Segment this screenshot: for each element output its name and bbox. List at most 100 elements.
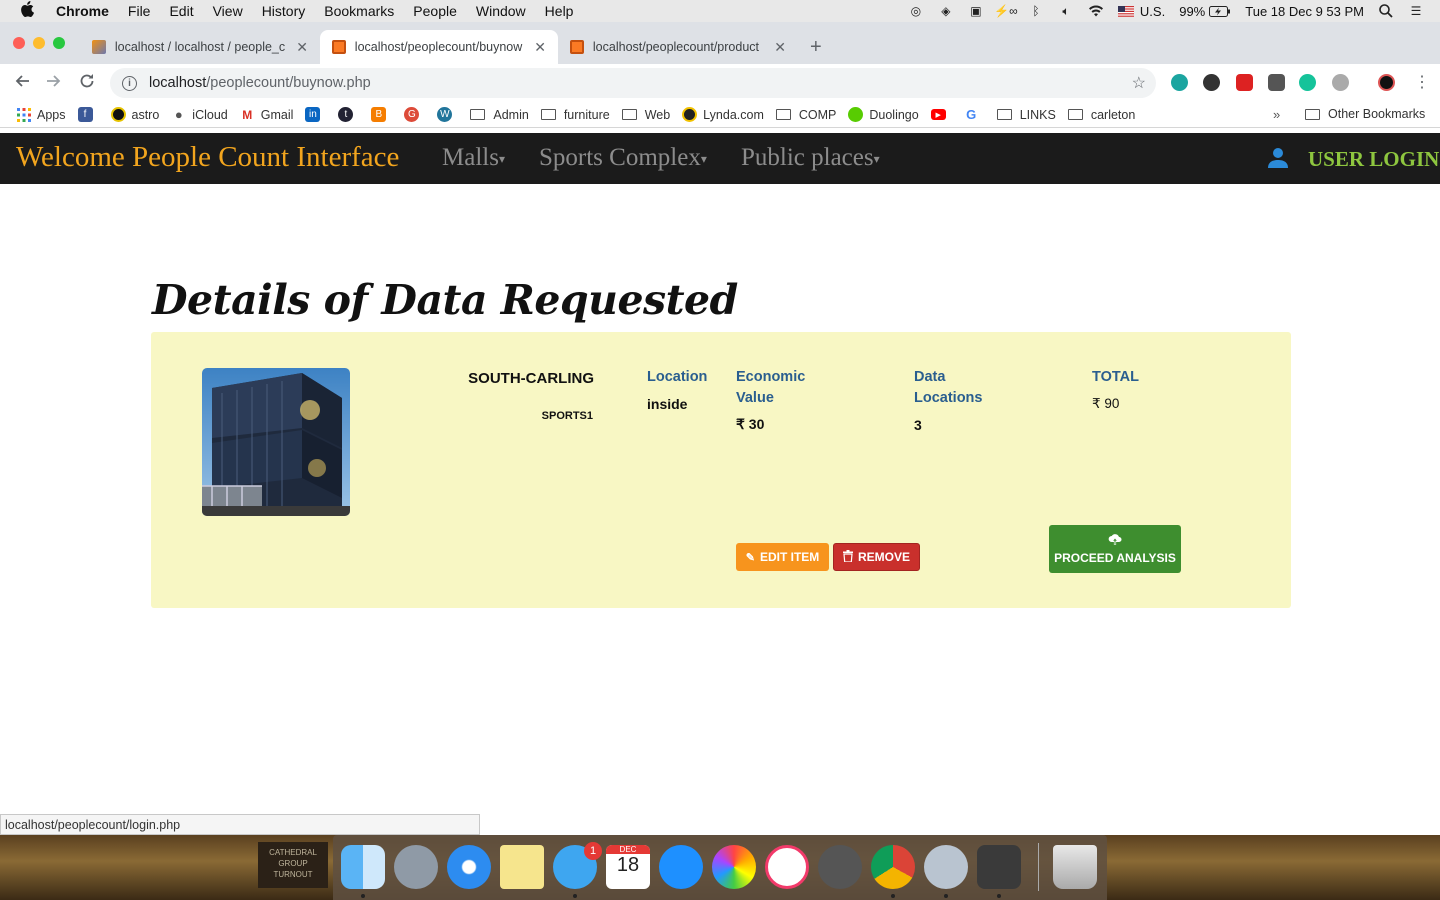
bookmark-web[interactable]: Web [621, 108, 670, 122]
menu-bookmarks[interactable]: Bookmarks [324, 3, 394, 19]
profile-avatar[interactable] [1378, 74, 1395, 91]
address-bar[interactable]: i localhost/peoplecount/buynow.php ☆ [110, 68, 1156, 98]
extension-quote-icon[interactable] [1203, 74, 1220, 91]
bookmark-blogger[interactable]: B [371, 107, 392, 122]
bookmark-star-icon[interactable]: ☆ [1132, 73, 1146, 93]
app-store-icon[interactable] [659, 845, 703, 889]
bookmark-google[interactable]: G [964, 107, 985, 122]
creative-cloud-icon[interactable]: ◎ [908, 4, 924, 18]
new-tab-plus-icon[interactable]: + [810, 36, 822, 59]
bookmark-lynda[interactable]: Lynda.com [682, 107, 764, 122]
menu-edit[interactable]: Edit [169, 3, 193, 19]
cloud-upload-icon [1108, 533, 1122, 548]
chrome-icon[interactable] [871, 845, 915, 889]
extension-m-icon[interactable] [1171, 74, 1188, 91]
battery-charging-icon[interactable] [1209, 4, 1231, 18]
reload-icon[interactable] [79, 73, 95, 94]
tab-product[interactable]: localhost/peoplecount/product ✕ [558, 30, 798, 64]
notes-icon[interactable] [500, 845, 544, 889]
nav-malls-dropdown[interactable]: Malls▾ [442, 144, 505, 172]
edit-item-button[interactable]: ✎ EDIT ITEM [736, 543, 829, 571]
bookmark-youtube[interactable]: ▶ [930, 109, 952, 120]
bookmark-comp[interactable]: COMP [775, 108, 836, 122]
notification-center-icon[interactable]: ☰ [1408, 4, 1424, 18]
itunes-icon[interactable] [765, 845, 809, 889]
launchpad-icon[interactable] [394, 845, 438, 889]
menu-file[interactable]: File [128, 3, 151, 19]
bookmark-duolingo[interactable]: Duolingo [848, 107, 919, 122]
sublime-text-icon[interactable] [977, 845, 1021, 889]
menu-app-name[interactable]: Chrome [56, 3, 109, 19]
proceed-analysis-button[interactable]: PROCEED ANALYSIS [1049, 525, 1181, 573]
bookmarks-overflow-icon[interactable]: » [1273, 107, 1280, 122]
menu-help[interactable]: Help [545, 3, 574, 19]
window-minimize-icon[interactable] [33, 37, 45, 49]
volume-icon[interactable]: 🔈︎ [1058, 4, 1074, 18]
tab-close-icon[interactable]: ✕ [774, 39, 786, 56]
bluetooth-icon[interactable]: ᛒ [1028, 4, 1044, 18]
site-brand[interactable]: Welcome People Count Interface [16, 141, 399, 174]
tab-phpmyadmin[interactable]: localhost / localhost / people_c ✕ [80, 30, 320, 64]
bookmark-wordpress[interactable]: W [437, 107, 458, 122]
menubar-clock[interactable]: Tue 18 Dec 9 53 PM [1245, 4, 1364, 19]
us-flag-icon[interactable] [1117, 4, 1134, 18]
bookmark-linkedin[interactable]: in [305, 107, 326, 122]
menu-history[interactable]: History [262, 3, 306, 19]
screen-share-icon[interactable]: ▣ [968, 4, 984, 18]
system-preferences-icon[interactable] [818, 845, 862, 889]
input-source-label[interactable]: U.S. [1140, 4, 1165, 19]
forward-arrow-icon[interactable] [46, 73, 62, 94]
nav-sports-complex-dropdown[interactable]: Sports Complex▾ [539, 144, 707, 172]
finder-icon[interactable] [341, 845, 385, 889]
menu-window[interactable]: Window [476, 3, 526, 19]
apple-bookmark-icon: ● [174, 107, 183, 122]
bookmark-links[interactable]: LINKS [996, 108, 1056, 122]
tab-close-icon[interactable]: ✕ [534, 39, 546, 56]
bookmark-googleplus[interactable]: G [404, 107, 425, 122]
bookmark-apps[interactable]: Apps [16, 107, 66, 122]
bookmark-gmail[interactable]: M Gmail [240, 107, 293, 122]
safari-icon[interactable] [447, 845, 491, 889]
extension-gray-icon[interactable] [1332, 74, 1349, 91]
settings-gear-icon[interactable] [924, 845, 968, 889]
bookmark-icloud[interactable]: ● iCloud [171, 107, 228, 122]
photos-icon[interactable] [712, 845, 756, 889]
nav-public-places-dropdown[interactable]: Public places▾ [741, 144, 880, 172]
bookmark-facebook[interactable]: f [77, 107, 99, 122]
layers-icon[interactable]: ◈ [938, 4, 954, 18]
chrome-menu-icon[interactable]: ⋮ [1414, 72, 1430, 92]
window-close-icon[interactable] [13, 37, 25, 49]
extension-t-icon[interactable] [1268, 74, 1285, 91]
menu-view[interactable]: View [213, 3, 243, 19]
bookmark-label: Apps [37, 107, 66, 122]
bookmark-admin[interactable]: Admin [470, 108, 529, 122]
user-login-link[interactable]: USER LOGIN [1308, 147, 1439, 172]
grammarly-extension-icon[interactable] [1299, 74, 1316, 91]
calendar-icon[interactable]: DEC 18 [606, 845, 650, 889]
back-arrow-icon[interactable] [14, 73, 30, 94]
bookmark-carleton[interactable]: carleton [1067, 108, 1135, 122]
sign-line: CATHEDRAL [269, 848, 317, 857]
bookmark-other[interactable]: Other Bookmarks [1305, 107, 1425, 121]
tab-buynow[interactable]: localhost/peoplecount/buynow ✕ [320, 30, 558, 64]
calendar-month: DEC [606, 845, 650, 854]
menu-people[interactable]: People [413, 3, 457, 19]
bookmark-astro[interactable]: astro [110, 107, 159, 122]
battery-percent[interactable]: 99% [1179, 4, 1205, 19]
site-info-icon[interactable]: i [122, 75, 137, 91]
product-code: SPORTS1 [541, 410, 593, 422]
extension-red-icon[interactable] [1236, 74, 1253, 91]
chrome-toolbar: i localhost/peoplecount/buynow.php ☆ ⋮ [0, 64, 1440, 102]
remove-button[interactable]: REMOVE [833, 543, 920, 571]
tab-close-icon[interactable]: ✕ [296, 39, 308, 56]
user-icon[interactable] [1268, 147, 1288, 169]
apple-icon[interactable] [20, 1, 38, 21]
trash-icon[interactable] [1053, 845, 1097, 889]
spotlight-search-icon[interactable] [1378, 4, 1394, 18]
bookmark-furniture[interactable]: furniture [540, 108, 610, 122]
dock-divider [1038, 843, 1039, 891]
window-zoom-icon[interactable] [53, 37, 65, 49]
power-infinity-icon[interactable]: ⚡∞ [994, 4, 1018, 18]
bookmark-tumblr[interactable]: t [338, 107, 359, 122]
wifi-icon[interactable] [1088, 4, 1104, 18]
